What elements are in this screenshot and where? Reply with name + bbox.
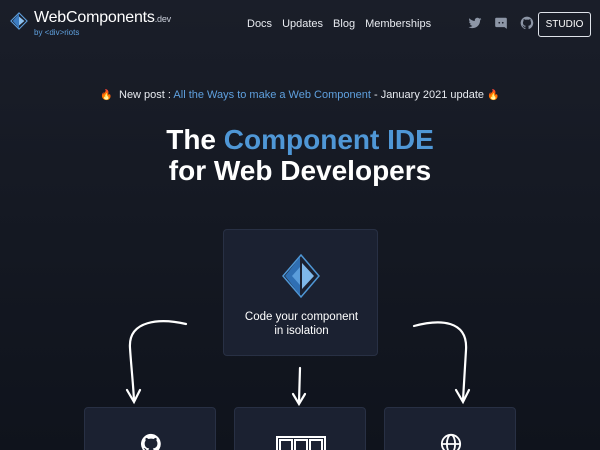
- logo-title: WebComponents.dev: [34, 9, 171, 26]
- nav-link-memberships[interactable]: Memberships: [365, 18, 431, 30]
- webcomponents-logo-icon: [10, 12, 28, 30]
- announcement-banner: 🔥 New post : All the Ways to make a Web …: [0, 89, 600, 101]
- nav-link-blog[interactable]: Blog: [333, 18, 355, 30]
- logo-byline: by <div>riots: [34, 28, 80, 37]
- announcement-link[interactable]: All the Ways to make a Web Component: [173, 89, 370, 101]
- hero-title-line2: for Web Developers: [168, 155, 432, 186]
- flow-arrows: [125, 320, 471, 407]
- github-icon: [140, 433, 161, 450]
- main-card-line2: in isolation: [274, 325, 329, 337]
- twitter-icon[interactable]: [468, 16, 482, 30]
- feature-card-web: [384, 407, 516, 450]
- feature-card-npm: [234, 407, 366, 450]
- arrow-left: [125, 320, 188, 405]
- top-navbar: WebComponents.dev by <div>riots Docs Upd…: [0, 0, 600, 50]
- arrow-right: [412, 321, 471, 405]
- webcomponents-logo-icon: [282, 253, 320, 299]
- nav-link-updates[interactable]: Updates: [282, 18, 323, 30]
- site-logo[interactable]: WebComponents.dev by <div>riots: [10, 10, 171, 38]
- arrow-center: [291, 366, 307, 407]
- nav-links: Docs Updates Blog Memberships: [247, 18, 431, 30]
- github-icon[interactable]: [520, 16, 534, 30]
- hero-title-accent: Component IDE: [223, 124, 434, 155]
- hero-title-part1: The: [166, 124, 216, 155]
- npm-icon: [276, 436, 326, 450]
- fire-emoji-left: 🔥: [100, 90, 113, 101]
- discord-icon[interactable]: [494, 16, 508, 30]
- main-card-line1: Code your component: [244, 311, 359, 323]
- logo-tld: .dev: [154, 14, 171, 24]
- fire-emoji-right: 🔥: [487, 90, 500, 101]
- announcement-suffix: - January 2021 update: [373, 89, 485, 101]
- hero-title: The Component IDE for Web Developers: [0, 124, 600, 186]
- globe-icon: [440, 433, 462, 450]
- studio-button[interactable]: STUDIO: [538, 12, 591, 37]
- social-icons: [468, 16, 534, 30]
- feature-card-github: [84, 407, 216, 450]
- announcement-prefix: New post :: [119, 89, 171, 101]
- nav-link-docs[interactable]: Docs: [247, 18, 272, 30]
- feature-card-main: Code your component in isolation: [223, 229, 378, 356]
- main-card-text: Code your component in isolation: [224, 310, 379, 338]
